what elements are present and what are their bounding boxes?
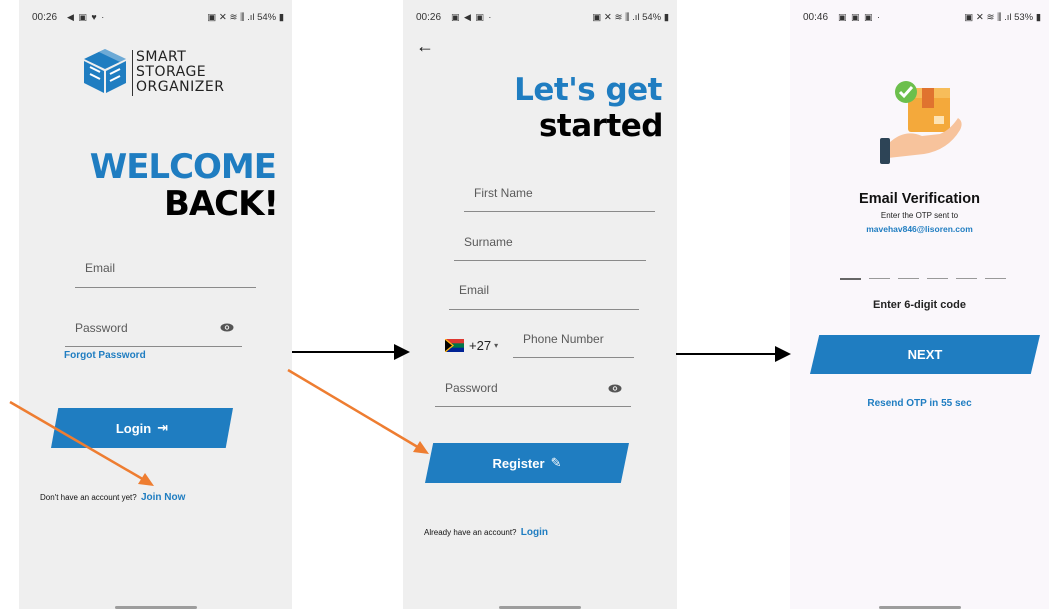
orange-annotation-arrows <box>9 368 429 486</box>
